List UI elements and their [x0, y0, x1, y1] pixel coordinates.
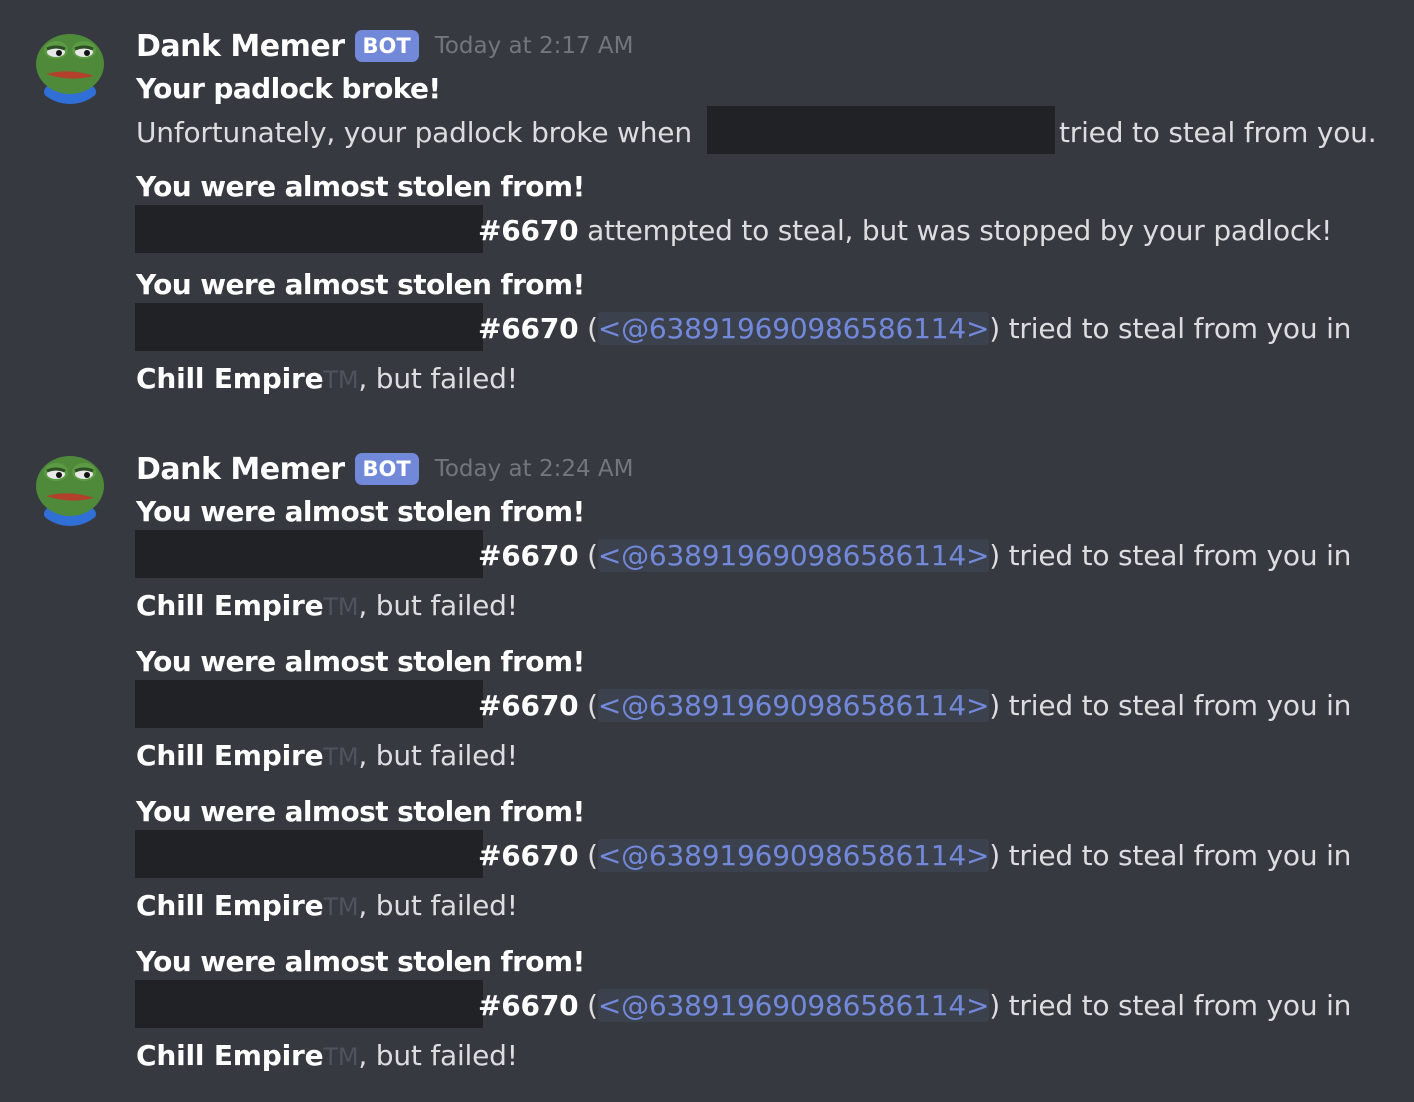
embed-text: #6670 attempted to steal, but was stoppe…: [478, 214, 1332, 248]
open-paren: (: [587, 312, 598, 345]
pepe-frog-avatar-icon[interactable]: [30, 446, 110, 526]
failed-ending: , but failed!: [358, 889, 518, 922]
failed-ending: , but failed!: [358, 589, 518, 622]
server-name: Chill Empire: [136, 739, 324, 772]
failed-ending: , but failed!: [358, 739, 518, 772]
user-tag: #6670: [478, 689, 579, 722]
embed-text: #6670 (<@638919690986586114>) tried to s…: [478, 539, 1351, 573]
username[interactable]: Dank Memer: [136, 452, 345, 487]
server-name: Chill Empire: [136, 1039, 324, 1072]
server-name: Chill Empire: [136, 589, 324, 622]
timestamp[interactable]: Today at 2:24 AM: [435, 456, 634, 482]
embed-text: Chill EmpireTM, but failed!: [136, 362, 518, 397]
message-header: Dank Memer BOT Today at 2:24 AM: [136, 447, 634, 491]
embed-title: You were almost stolen from!: [136, 795, 585, 828]
trademark: TM: [323, 1043, 359, 1071]
embed-title: Your padlock broke!: [136, 72, 441, 105]
redacted-name: [135, 980, 483, 1028]
failed-ending: , but failed!: [358, 1039, 518, 1072]
stopped-text: attempted to steal, but was stopped by y…: [587, 214, 1333, 247]
user-tag: #6670: [478, 839, 579, 872]
user-tag: #6670: [478, 214, 579, 247]
open-paren: (: [587, 989, 598, 1022]
server-name: Chill Empire: [136, 889, 324, 922]
bot-tag: BOT: [354, 453, 419, 485]
embed-text: Chill EmpireTM, but failed!: [136, 739, 518, 774]
embed-text: #6670 (<@638919690986586114>) tried to s…: [478, 312, 1351, 346]
user-tag: #6670: [478, 539, 579, 572]
embed-title: You were almost stolen from!: [136, 945, 585, 978]
failed-text: ) tried to steal from you in: [989, 689, 1352, 722]
trademark: TM: [323, 743, 359, 771]
failed-ending: , but failed!: [358, 362, 518, 395]
embed-text: Chill EmpireTM, but failed!: [136, 889, 518, 924]
redacted-name: [707, 106, 1055, 154]
user-mention[interactable]: <@638919690986586114>: [597, 539, 989, 572]
embed-title: You were almost stolen from!: [136, 495, 585, 528]
embed-text: Unfortunately, your padlock broke when: [136, 116, 692, 150]
embed-title: You were almost stolen from!: [136, 645, 585, 678]
bot-tag: BOT: [354, 30, 419, 62]
redacted-name: [135, 530, 483, 578]
trademark: TM: [323, 593, 359, 621]
user-mention[interactable]: <@638919690986586114>: [597, 689, 989, 722]
embed-title: You were almost stolen from!: [136, 268, 585, 301]
timestamp[interactable]: Today at 2:17 AM: [435, 33, 634, 59]
embed-text: Chill EmpireTM, but failed!: [136, 589, 518, 624]
open-paren: (: [587, 689, 598, 722]
trademark: TM: [323, 893, 359, 921]
redacted-name: [135, 205, 483, 253]
user-mention[interactable]: <@638919690986586114>: [597, 839, 989, 872]
embed-title: You were almost stolen from!: [136, 170, 585, 203]
user-tag: #6670: [478, 989, 579, 1022]
failed-text: ) tried to steal from you in: [989, 839, 1352, 872]
embed-text: #6670 (<@638919690986586114>) tried to s…: [478, 839, 1351, 873]
embed-text: #6670 (<@638919690986586114>) tried to s…: [478, 689, 1351, 723]
redacted-name: [135, 303, 483, 351]
pepe-frog-avatar-icon[interactable]: [30, 24, 110, 104]
trademark: TM: [323, 366, 359, 394]
server-name: Chill Empire: [136, 362, 324, 395]
redacted-name: [135, 680, 483, 728]
embed-text: #6670 (<@638919690986586114>) tried to s…: [478, 989, 1351, 1023]
user-mention[interactable]: <@638919690986586114>: [597, 312, 989, 345]
open-paren: (: [587, 539, 598, 572]
failed-text: ) tried to steal from you in: [989, 989, 1352, 1022]
user-mention[interactable]: <@638919690986586114>: [597, 989, 989, 1022]
failed-text: ) tried to steal from you in: [989, 539, 1352, 572]
username[interactable]: Dank Memer: [136, 29, 345, 64]
message-header: Dank Memer BOT Today at 2:17 AM: [136, 24, 634, 68]
failed-text: ) tried to steal from you in: [989, 312, 1352, 345]
embed-text: Chill EmpireTM, but failed!: [136, 1039, 518, 1074]
user-tag: #6670: [478, 312, 579, 345]
padlock-text-before: Unfortunately, your padlock broke when: [136, 116, 692, 149]
redacted-name: [135, 830, 483, 878]
padlock-text-after: tried to steal from you.: [1059, 116, 1377, 149]
open-paren: (: [587, 839, 598, 872]
